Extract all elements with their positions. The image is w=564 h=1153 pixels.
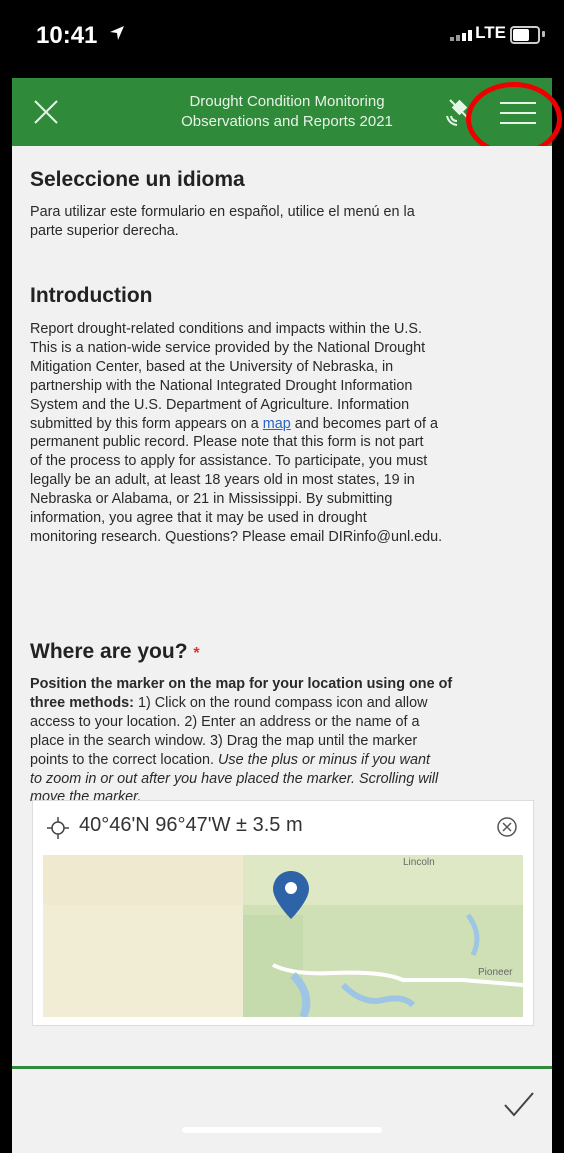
intro-line: Report drought-related conditions and im… xyxy=(30,321,422,337)
form-title-line2: Observations and Reports 2021 xyxy=(181,113,393,130)
form-content[interactable]: Seleccione un idioma Para utilizar este … xyxy=(12,146,552,1086)
intro-line: System and the U.S. Department of Agricu… xyxy=(30,396,410,413)
intro-line: permanent public record. Please note tha… xyxy=(30,434,424,451)
intro-line: Nebraska or Alabama, or 21 in Mississipp… xyxy=(30,491,393,508)
location-map-widget: 40°46'N 96°47'W ± 3.5 m Lincoln Pioneer xyxy=(32,800,534,1026)
intro-line: information, you agree that it may be us… xyxy=(30,510,367,527)
intro-line: This is a nation-wide service provided b… xyxy=(30,339,426,356)
status-time: 10:41 xyxy=(36,22,98,49)
instructions-bold: three methods: xyxy=(30,694,134,711)
battery-icon xyxy=(510,26,540,44)
instructions-line: access to your location. 2) Enter an add… xyxy=(30,713,420,730)
clear-icon[interactable] xyxy=(495,815,519,839)
highlight-circle-annotation xyxy=(466,82,562,156)
intro-line: legally be an adult, at least 18 years o… xyxy=(30,472,415,489)
location-heading: Where are you? * xyxy=(30,640,200,664)
map-link[interactable]: map xyxy=(263,416,291,432)
map-label-right: Pioneer xyxy=(478,967,513,978)
status-bar: 10:41 LTE xyxy=(0,0,564,78)
instructions-line: points to the correct location. xyxy=(30,751,218,768)
introduction-heading: Introduction xyxy=(30,284,153,307)
intro-line: of the process to apply for assistance. … xyxy=(30,453,428,470)
location-arrow-icon xyxy=(110,26,124,40)
form-title-line1: Drought Condition Monitoring xyxy=(189,93,385,110)
language-heading: Seleccione un idioma xyxy=(30,168,245,191)
battery-tip xyxy=(542,31,545,37)
required-mark: * xyxy=(193,645,200,662)
language-text: Para utilizar este formulario en español… xyxy=(30,203,540,241)
signal-icon xyxy=(450,30,472,41)
map-view[interactable]: Lincoln Pioneer xyxy=(43,855,523,1017)
checkmark-icon[interactable] xyxy=(502,1087,536,1121)
map-label-top: Lincoln xyxy=(403,857,435,868)
intro-line-part: and becomes part of a xyxy=(290,415,438,432)
instructions-line: 1) Click on the round compass icon and a… xyxy=(133,694,428,711)
instructions-bold: Position the marker on the map for your … xyxy=(30,676,453,692)
introduction-text: Report drought-related conditions and im… xyxy=(30,320,540,547)
form-title: Drought Condition Monitoring Observation… xyxy=(112,92,462,132)
coordinates-row: 40°46'N 96°47'W ± 3.5 m xyxy=(43,811,523,847)
coordinates-text: 40°46'N 96°47'W ± 3.5 m xyxy=(79,814,303,836)
home-indicator xyxy=(182,1127,382,1133)
language-text-line2: parte superior derecha. xyxy=(30,222,179,239)
bottom-toolbar xyxy=(12,1069,552,1153)
instructions-line: place in the search window. 3) Drag the … xyxy=(30,732,418,749)
close-icon[interactable] xyxy=(26,92,66,132)
instructions-italic: Use the plus or minus if you want xyxy=(217,751,430,768)
instructions-italic: to zoom in or out after you have placed … xyxy=(30,770,439,787)
intro-line: partnership with the National Integrated… xyxy=(30,377,413,394)
intro-line-part: submitted by this form appears on a xyxy=(30,415,263,432)
intro-line: Mitigation Center, based at the Universi… xyxy=(30,358,394,375)
network-label: LTE xyxy=(475,23,506,42)
crosshair-icon[interactable] xyxy=(47,817,69,839)
location-heading-text: Where are you? xyxy=(30,640,188,663)
intro-line: monitoring research. Questions? Please e… xyxy=(30,528,443,545)
location-instructions: Position the marker on the map for your … xyxy=(30,675,540,807)
language-text-line1: Para utilizar este formulario en español… xyxy=(30,204,415,220)
